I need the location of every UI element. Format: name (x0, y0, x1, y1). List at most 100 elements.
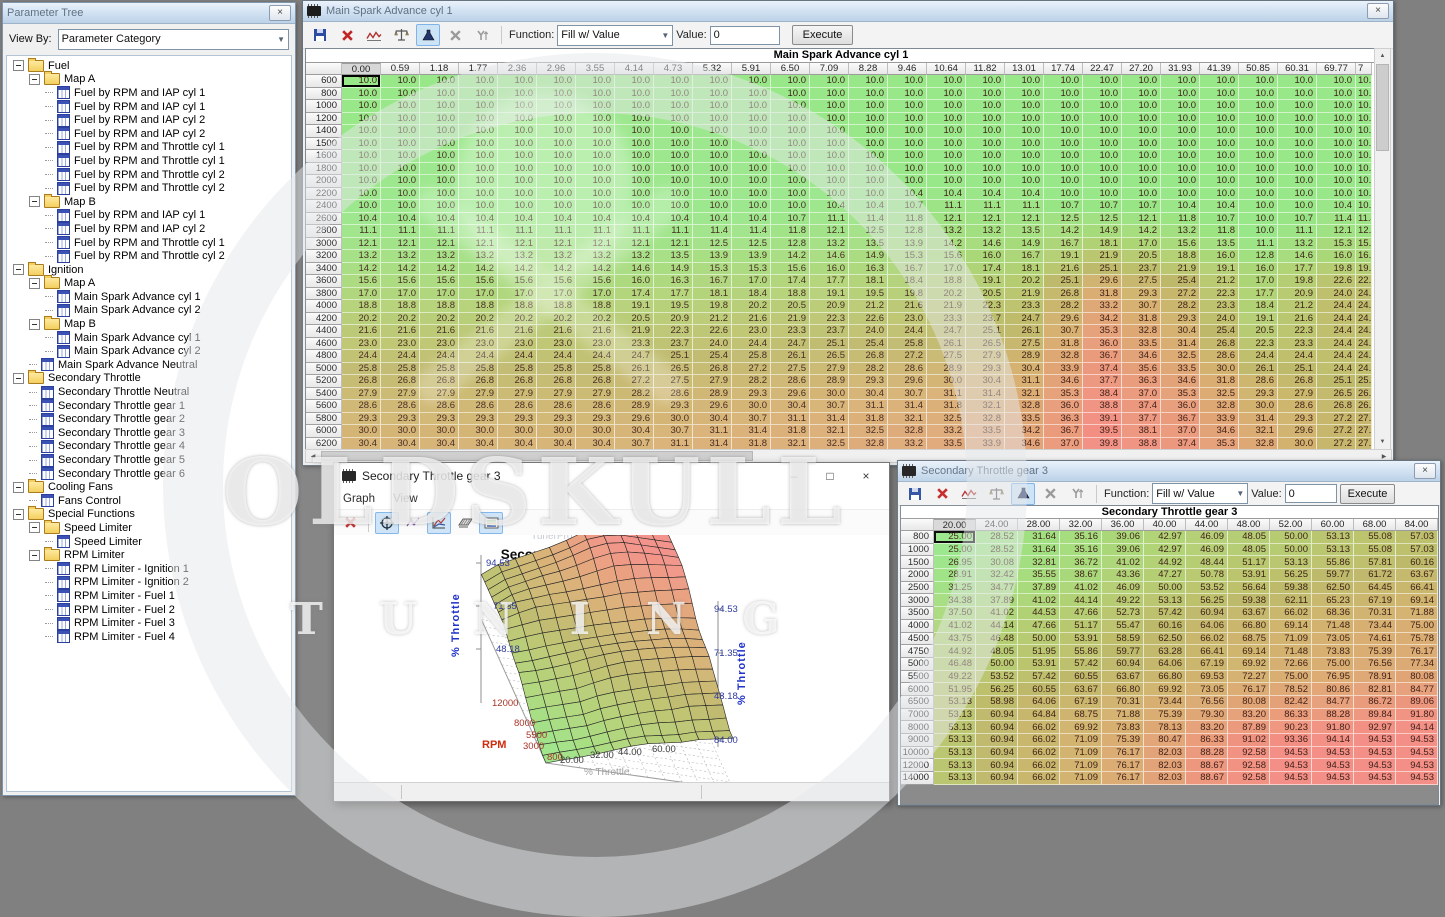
value-cell[interactable]: 27.9 (576, 388, 615, 401)
value-cell[interactable]: 20.2 (381, 313, 420, 326)
value-cell[interactable]: 84.77 (1396, 683, 1438, 696)
value-cell[interactable]: 10.0 (342, 125, 381, 138)
value-cell[interactable]: 28.6 (771, 375, 810, 388)
value-cell[interactable]: 10.0 (732, 113, 771, 126)
value-cell[interactable]: 16.7 (693, 275, 732, 288)
value-cell[interactable]: 14.6 (1278, 250, 1317, 263)
value-cell[interactable]: 10.0 (420, 125, 459, 138)
value-cell[interactable]: 30.4 (849, 388, 888, 401)
value-cell[interactable]: 11.1 (342, 225, 381, 238)
value-cell[interactable]: 23.3 (1278, 338, 1317, 351)
value-cell[interactable]: 27.2 (615, 375, 654, 388)
value-cell[interactable]: 28.6 (1239, 375, 1278, 388)
value-cell[interactable]: 10.0 (927, 125, 966, 138)
value-cell[interactable]: 67.19 (1060, 696, 1102, 709)
column-header[interactable]: 9.46 (888, 63, 927, 75)
value-cell[interactable]: 29.3 (849, 375, 888, 388)
value-cell[interactable]: 24.4 (1317, 300, 1356, 313)
value-cell[interactable]: 10.0 (1239, 175, 1278, 188)
value-cell[interactable]: 24.4 (732, 338, 771, 351)
row-header[interactable]: 5400 (306, 388, 342, 401)
value-input[interactable] (1285, 484, 1337, 503)
value-cell[interactable]: 10.0 (693, 150, 732, 163)
collapse-icon[interactable] (29, 278, 40, 289)
value-cell[interactable]: 18.8 (420, 300, 459, 313)
value-cell[interactable]: 11.1 (966, 200, 1005, 213)
plot-trace-button[interactable] (957, 483, 981, 505)
collapse-icon[interactable] (13, 482, 24, 493)
value-cell[interactable]: 10.0 (342, 75, 381, 88)
column-header[interactable]: 24.00 (976, 519, 1018, 531)
value-cell[interactable]: 29.3 (537, 413, 576, 426)
value-cell[interactable]: 16.0 (1317, 250, 1356, 263)
value-cell[interactable]: 12.1 (420, 238, 459, 251)
value-cell[interactable]: 17.4 (771, 275, 810, 288)
value-cell[interactable]: 69.92 (1144, 683, 1186, 696)
value-cell[interactable]: 48.05 (976, 645, 1018, 658)
row-header[interactable]: 4500 (901, 633, 934, 646)
value-cell[interactable]: 18.8 (498, 300, 537, 313)
close-trace-button[interactable] (338, 512, 362, 534)
value-cell[interactable]: 66.41 (1186, 645, 1228, 658)
value-cell[interactable]: 30.0 (420, 425, 459, 438)
value-cell[interactable]: 27.2 (1161, 288, 1200, 301)
value-cell[interactable]: 51.17 (1060, 620, 1102, 633)
value-cell[interactable]: 28.6 (537, 400, 576, 413)
value-cell[interactable]: 38.67 (1060, 569, 1102, 582)
value-cell-partial[interactable]: 10.0 (1356, 150, 1372, 163)
value-cell[interactable]: 24.0 (849, 325, 888, 338)
value-cell[interactable]: 27.2 (732, 363, 771, 376)
value-cell[interactable]: 55.86 (1312, 556, 1354, 569)
value-cell[interactable]: 21.6 (498, 325, 537, 338)
value-cell[interactable]: 29.6 (1044, 313, 1083, 326)
value-cell[interactable]: 57.42 (1060, 658, 1102, 671)
value-cell[interactable]: 10.0 (1005, 125, 1044, 138)
tree-item-secondary-throttle-gear-1[interactable]: Secondary Throttle gear 1 (9, 399, 291, 413)
value-cell[interactable]: 15.6 (537, 275, 576, 288)
value-cell[interactable]: 29.3 (966, 363, 1005, 376)
value-cell[interactable]: 37.89 (1018, 582, 1060, 595)
value-cell[interactable]: 60.94 (1102, 658, 1144, 671)
value-cell[interactable]: 10.4 (576, 213, 615, 226)
value-cell[interactable]: 10.0 (849, 188, 888, 201)
value-cell[interactable]: 10.0 (771, 88, 810, 101)
row-header[interactable]: 3600 (306, 275, 342, 288)
value-cell[interactable]: 27.9 (693, 375, 732, 388)
value-cell[interactable]: 10.0 (966, 163, 1005, 176)
save-button[interactable] (903, 483, 927, 505)
value-cell[interactable]: 71.88 (1396, 607, 1438, 620)
value-cell[interactable]: 22.3 (1200, 288, 1239, 301)
value-cell[interactable]: 68.75 (1060, 709, 1102, 722)
value-cell[interactable]: 13.2 (927, 225, 966, 238)
value-cell[interactable]: 10.0 (771, 100, 810, 113)
value-cell[interactable]: 37.0 (1122, 388, 1161, 401)
value-cell[interactable]: 10.0 (927, 100, 966, 113)
value-cell[interactable]: 52.73 (1102, 607, 1144, 620)
value-cell[interactable]: 62.50 (1312, 582, 1354, 595)
delete-button[interactable] (930, 483, 954, 505)
value-cell[interactable]: 20.9 (1278, 288, 1317, 301)
graph-window-titlebar[interactable]: Secondary Throttle gear 3 – □ × (334, 463, 889, 489)
value-cell[interactable]: 10.4 (732, 213, 771, 226)
value-cell[interactable]: 28.6 (1200, 350, 1239, 363)
value-cell[interactable]: 46.09 (1186, 531, 1228, 544)
value-cell[interactable]: 10.4 (654, 213, 693, 226)
value-cell[interactable]: 12.1 (459, 238, 498, 251)
value-cell[interactable]: 20.5 (966, 288, 1005, 301)
value-cell[interactable]: 11.8 (888, 213, 927, 226)
value-cell[interactable]: 12.1 (654, 238, 693, 251)
value-cell[interactable]: 26.8 (849, 350, 888, 363)
value-cell[interactable]: 16.3 (654, 275, 693, 288)
column-header[interactable]: 60.00 (1312, 519, 1354, 531)
column-header[interactable]: 60.31 (1278, 63, 1317, 75)
value-cell[interactable]: 10.0 (576, 88, 615, 101)
close-icon[interactable]: × (1414, 463, 1436, 479)
value-cell[interactable]: 12.1 (927, 213, 966, 226)
row-header[interactable]: 3200 (306, 250, 342, 263)
value-cell[interactable]: 10.0 (459, 175, 498, 188)
value-cell[interactable]: 13.9 (732, 250, 771, 263)
collapse-icon[interactable] (29, 74, 40, 85)
value-cell[interactable]: 10.0 (615, 175, 654, 188)
value-cell[interactable]: 21.9 (1083, 250, 1122, 263)
row-header[interactable]: 10000 (901, 747, 934, 760)
